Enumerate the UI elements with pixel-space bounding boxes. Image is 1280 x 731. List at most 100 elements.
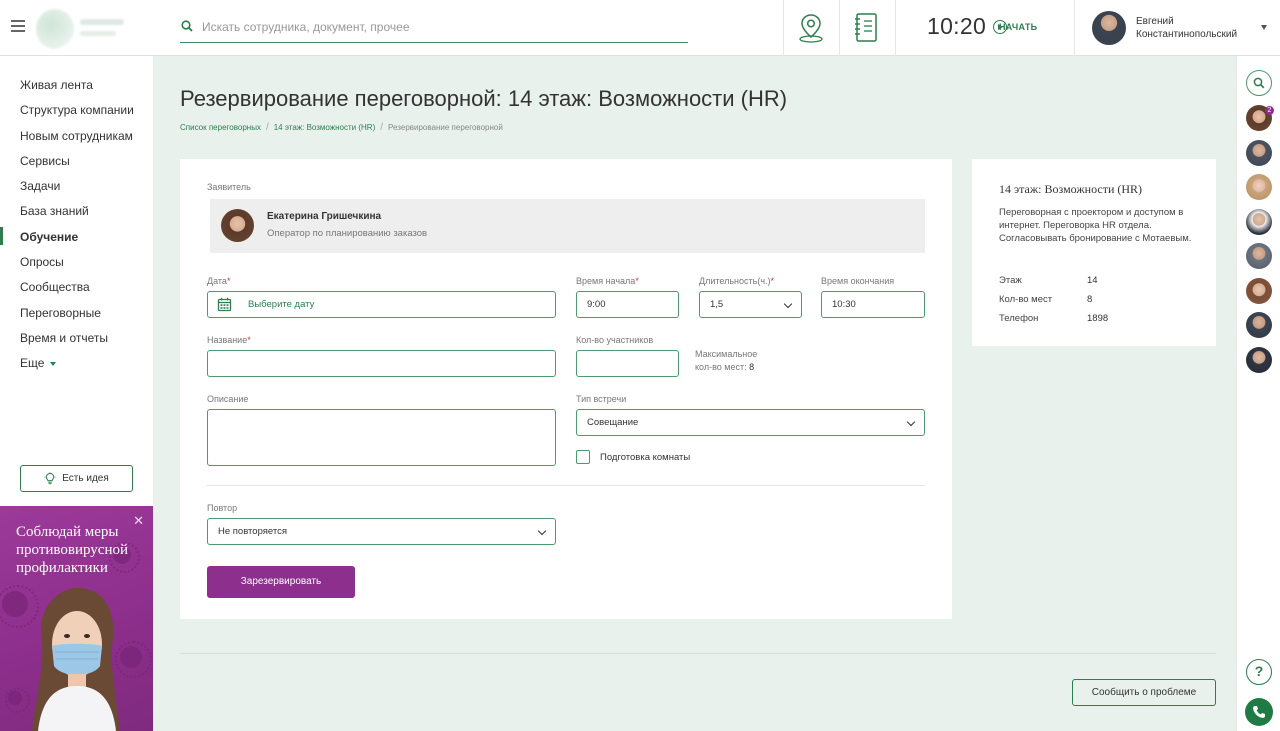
contact-avatar[interactable]	[1246, 278, 1272, 304]
menu-icon[interactable]	[11, 20, 25, 32]
close-icon[interactable]: ✕	[133, 513, 144, 529]
duration-select[interactable]: 1,5	[699, 291, 802, 318]
meeting-name-input[interactable]	[207, 350, 556, 377]
sidebar-item-label: Еще	[20, 356, 45, 371]
reserve-button[interactable]: Зарезервировать	[207, 566, 355, 598]
repeat-label: Повтор	[207, 503, 238, 513]
contact-avatar[interactable]	[1246, 243, 1272, 269]
start-workday-button[interactable]: НАЧАТЬ	[993, 20, 1037, 34]
meeting-type-label: Тип встречи	[576, 394, 627, 404]
breadcrumb-separator: /	[265, 122, 269, 133]
sidebar-item-training[interactable]: Обучение	[0, 226, 153, 251]
woman-in-mask-image	[32, 588, 120, 731]
idea-button[interactable]: Есть идея	[20, 465, 133, 492]
room-seats-row: Кол-во мест 8	[999, 294, 1093, 305]
applicant-label: Заявитель	[207, 182, 251, 192]
sidebar-nav: Живая лента Структура компании Новым сот…	[0, 74, 153, 378]
search-icon	[1253, 77, 1265, 89]
participants-label: Кол-во участников	[576, 335, 654, 345]
chevron-down-icon	[783, 299, 793, 309]
end-time-input[interactable]: 10:30	[821, 291, 925, 318]
date-placeholder: Выберите дату	[248, 299, 315, 310]
end-time-label: Время окончания	[821, 276, 895, 286]
repeat-select[interactable]: Не повторяется	[207, 518, 556, 545]
duration-value: 1,5	[710, 299, 724, 310]
sidebar-item-knowledge[interactable]: База знаний	[0, 200, 153, 225]
search-icon	[181, 20, 193, 32]
form-divider	[207, 485, 925, 486]
breadcrumb: Список переговорных / 14 этаж: Возможнос…	[180, 122, 503, 133]
header-divider	[783, 0, 784, 56]
applicant-name: Екатерина Гришечкина	[267, 211, 382, 222]
breadcrumb-room[interactable]: 14 этаж: Возможности (HR)	[274, 123, 376, 132]
description-textarea[interactable]	[207, 409, 556, 466]
notification-badge: 2	[1265, 106, 1274, 115]
help-button[interactable]: ?	[1246, 659, 1272, 685]
virus-decoration	[4, 687, 30, 713]
contact-avatar[interactable]	[1246, 209, 1272, 235]
avatar	[1092, 11, 1126, 45]
date-label: Дата*	[207, 276, 231, 286]
sidebar-item-polls[interactable]: Опросы	[0, 251, 153, 276]
contact-avatar[interactable]	[1246, 140, 1272, 166]
applicant-card: Екатерина Гришечкина Оператор по планиро…	[210, 199, 925, 253]
room-title: 14 этаж: Возможности (HR)	[999, 182, 1143, 196]
map-pin-icon[interactable]	[796, 12, 826, 44]
contacts-search-button[interactable]	[1246, 70, 1272, 96]
lightbulb-icon	[44, 472, 56, 485]
name-label: Название*	[207, 335, 251, 345]
company-logo[interactable]	[34, 5, 129, 51]
header-divider	[839, 0, 840, 56]
virus-decoration	[0, 584, 39, 628]
start-label: НАЧАТЬ	[999, 22, 1038, 32]
chevron-down-icon	[537, 526, 547, 536]
sidebar-item-communities[interactable]: Сообщества	[0, 276, 153, 301]
header-divider	[895, 0, 896, 56]
caret-down-icon	[50, 362, 57, 367]
idea-button-label: Есть идея	[62, 473, 109, 484]
room-prep-label[interactable]: Подготовка комнаты	[600, 452, 690, 463]
avatar	[221, 209, 254, 242]
report-problem-button[interactable]: Сообщить о проблеме	[1072, 679, 1216, 706]
user-menu[interactable]: Евгений Константинопольский	[1092, 10, 1267, 46]
sidebar-item-services[interactable]: Сервисы	[0, 150, 153, 175]
date-field[interactable]: Выберите дату	[207, 291, 556, 318]
description-input[interactable]	[216, 414, 547, 461]
sidebar-item-more[interactable]: Еще	[0, 352, 153, 377]
promo-banner[interactable]: Соблюдай меры противовирусной профилакти…	[0, 506, 153, 731]
contact-avatar[interactable]	[1246, 347, 1272, 373]
calendar-icon	[217, 297, 232, 312]
room-prep-checkbox[interactable]	[576, 450, 590, 464]
room-phone-row: Телефон 1898	[999, 313, 1109, 324]
sidebar-item-tasks[interactable]: Задачи	[0, 175, 153, 200]
clock: 10:20	[927, 13, 987, 39]
participants-input[interactable]	[576, 350, 679, 377]
sidebar-item-structure[interactable]: Структура компании	[0, 99, 153, 124]
footer-divider	[180, 653, 1216, 654]
repeat-value: Не повторяется	[218, 526, 288, 537]
top-bar: 10:20 НАЧАТЬ Евгений Константинопольский	[0, 0, 1280, 56]
duration-label: Длительность(ч.)*	[699, 276, 775, 286]
contact-avatar[interactable]	[1246, 312, 1272, 338]
sidebar-item-time-reports[interactable]: Время и отчеты	[0, 327, 153, 352]
call-button[interactable]	[1245, 698, 1273, 726]
search-input[interactable]	[202, 16, 682, 38]
contact-avatar[interactable]	[1246, 174, 1272, 200]
room-floor-row: Этаж 14	[999, 275, 1098, 286]
main-content: Резервирование переговорной: 14 этаж: Во…	[153, 56, 1236, 731]
notebook-icon[interactable]	[851, 12, 881, 44]
breadcrumb-rooms-list[interactable]: Список переговорных	[180, 123, 261, 132]
start-time-label: Время начала*	[576, 276, 639, 286]
meeting-type-select[interactable]: Совещание	[576, 409, 925, 436]
applicant-role: Оператор по планированию заказов	[267, 228, 428, 239]
sidebar-item-newcomers[interactable]: Новым сотрудникам	[0, 125, 153, 150]
start-time-input[interactable]: 9:00	[576, 291, 679, 318]
chevron-down-icon	[906, 417, 916, 427]
breadcrumb-separator: /	[380, 122, 384, 133]
sidebar-item-meeting-rooms[interactable]: Переговорные	[0, 302, 153, 327]
meeting-type-value: Совещание	[587, 417, 639, 428]
page-title: Резервирование переговорной: 14 этаж: Во…	[180, 86, 788, 111]
sidebar-item-feed[interactable]: Живая лента	[0, 74, 153, 99]
breadcrumb-current: Резервирование переговорной	[388, 123, 503, 132]
reservation-form: Заявитель Екатерина Гришечкина Оператор …	[180, 159, 952, 619]
